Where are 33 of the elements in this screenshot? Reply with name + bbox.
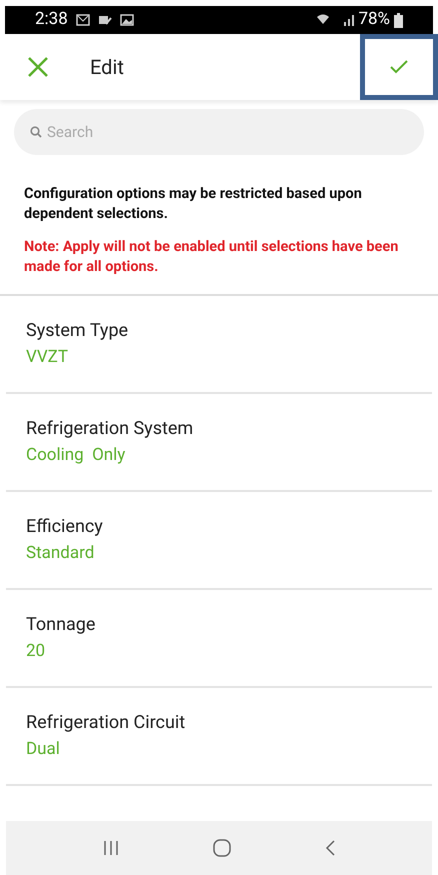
option-row[interactable]: Tonnage 20 bbox=[6, 590, 432, 688]
option-value: Standard bbox=[26, 542, 96, 565]
option-value: Cooling Only bbox=[26, 444, 126, 467]
option-row[interactable]: Refrigeration Circuit Dual bbox=[6, 688, 432, 786]
signal-icon bbox=[344, 14, 354, 26]
note-text: Note: Apply will not be enabled until selections have been made for all options. bbox=[24, 237, 400, 277]
status-time: 2:38 bbox=[35, 8, 68, 32]
option-value: 20 bbox=[26, 640, 46, 663]
option-row[interactable]: Refrigeration System Cooling Only bbox=[6, 394, 432, 492]
mail-icon bbox=[76, 14, 90, 26]
option-row[interactable]: System Type VVZT bbox=[6, 296, 432, 394]
option-label: Refrigeration Circuit bbox=[26, 711, 186, 735]
option-row[interactable]: Efficiency Standard bbox=[6, 492, 432, 590]
notification-icon bbox=[98, 14, 112, 26]
search-icon bbox=[30, 126, 42, 138]
recent-apps-icon[interactable] bbox=[102, 839, 120, 857]
back-icon[interactable] bbox=[324, 838, 336, 858]
search-field[interactable]: Search bbox=[14, 109, 424, 155]
option-value: VVZT bbox=[26, 346, 69, 369]
option-label: Tonnage bbox=[26, 613, 96, 637]
battery-percent: 78% bbox=[358, 8, 390, 32]
check-icon bbox=[390, 60, 408, 74]
info-text: Configuration options may be restricted based upon dependent selections. bbox=[24, 184, 363, 224]
battery-icon bbox=[394, 12, 403, 28]
option-label: Efficiency bbox=[26, 515, 104, 539]
screen-title: Edit bbox=[90, 54, 124, 81]
option-label: Refrigeration System bbox=[26, 417, 194, 441]
option-value: Dual bbox=[26, 738, 61, 761]
close-icon bbox=[27, 56, 49, 78]
apply-button[interactable] bbox=[360, 34, 438, 100]
home-icon[interactable] bbox=[212, 838, 232, 858]
option-label: System Type bbox=[26, 319, 130, 343]
image-icon bbox=[120, 14, 134, 26]
